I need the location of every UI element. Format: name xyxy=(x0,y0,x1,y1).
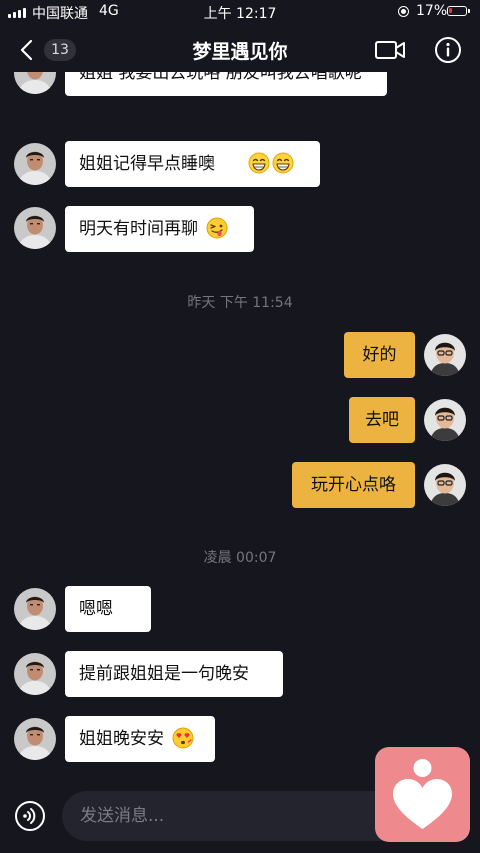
message-bubble-incoming[interactable]: 姐姐记得早点睡噢 xyxy=(65,141,320,187)
voice-icon[interactable] xyxy=(14,800,46,832)
message-text: 好的 xyxy=(362,345,397,365)
contact-avatar[interactable] xyxy=(14,72,56,94)
info-icon[interactable] xyxy=(434,36,462,64)
contact-avatar[interactable] xyxy=(14,207,56,249)
message-text: 提前跟姐姐是一句晚安 xyxy=(79,664,249,684)
message-bubble-incoming[interactable]: 姐姐 我要出去玩咯 朋友叫我去唱歌呢 xyxy=(65,72,387,96)
message-list[interactable]: 姐姐 我要出去玩咯 朋友叫我去唱歌呢 姐姐记得早点睡噢 明天有时间再聊 昨天 下… xyxy=(0,72,480,780)
timestamp-separator: 凌晨 00:07 xyxy=(203,550,277,566)
message-bubble-outgoing[interactable]: 玩开心点咯 xyxy=(292,462,415,508)
contact-avatar[interactable] xyxy=(14,588,56,630)
message-text: 去吧 xyxy=(365,410,399,430)
message-text: 明天有时间再聊 xyxy=(79,219,198,239)
chat-header: 13 梦里遇见你 xyxy=(0,28,480,72)
chat-title: 梦里遇见你 xyxy=(192,41,288,63)
self-avatar[interactable] xyxy=(424,464,466,506)
grin-icon xyxy=(248,152,270,174)
message-text: 姐姐记得早点睡噢 xyxy=(79,154,215,174)
message-bubble-incoming[interactable]: 姐姐晚安安 xyxy=(65,716,215,762)
contact-avatar[interactable] xyxy=(14,718,56,760)
status-bar: 中国联通 4G 上午 12:17 17% xyxy=(0,0,480,24)
message-bubble-incoming[interactable]: 明天有时间再聊 xyxy=(65,206,254,252)
contact-avatar[interactable] xyxy=(14,143,56,185)
heart-eyes-icon xyxy=(172,727,194,749)
message-bubble-outgoing[interactable]: 去吧 xyxy=(349,397,415,443)
orientation-lock-icon xyxy=(398,6,409,17)
message-text: 玩开心点咯 xyxy=(311,475,396,495)
heart-person-icon xyxy=(393,759,452,829)
timestamp-separator: 昨天 下午 11:54 xyxy=(187,295,293,311)
message-input[interactable] xyxy=(62,791,402,841)
message-bubble-incoming[interactable]: 嗯嗯 xyxy=(65,586,151,632)
self-avatar[interactable] xyxy=(424,399,466,441)
message-text: 姐姐 我要出去玩咯 朋友叫我去唱歌呢 xyxy=(79,72,362,83)
battery-icon xyxy=(447,6,470,16)
wink-tongue-icon xyxy=(206,217,228,239)
self-avatar[interactable] xyxy=(424,334,466,376)
message-text: 姐姐晚安安 xyxy=(79,729,164,749)
floating-app-button[interactable] xyxy=(375,747,470,842)
contact-avatar[interactable] xyxy=(14,653,56,695)
video-camera-icon[interactable] xyxy=(374,38,406,62)
grin-icon xyxy=(272,152,294,174)
battery-percent: 17% xyxy=(416,3,448,19)
message-text: 嗯嗯 xyxy=(79,599,113,619)
battery-level-fill xyxy=(449,8,452,13)
message-bubble-incoming[interactable]: 提前跟姐姐是一句晚安 xyxy=(65,651,283,697)
message-bubble-outgoing[interactable]: 好的 xyxy=(344,332,415,378)
